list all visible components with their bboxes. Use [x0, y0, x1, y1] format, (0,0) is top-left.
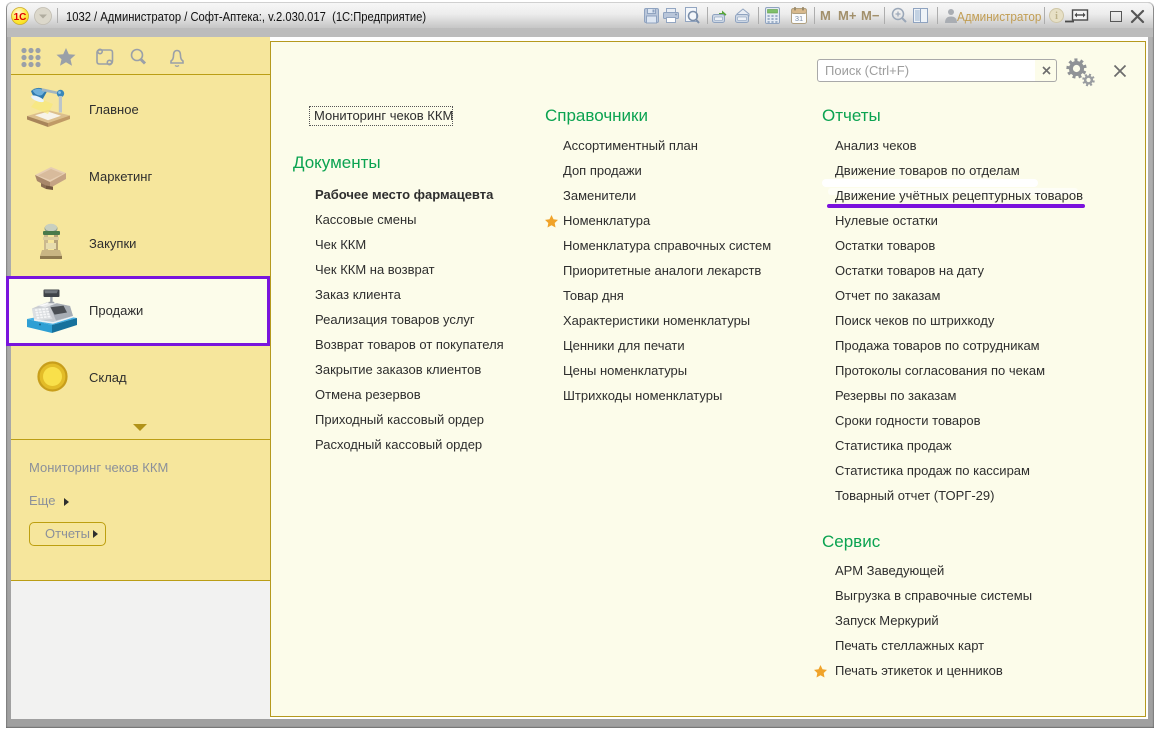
svg-text:31: 31 — [795, 14, 803, 23]
svg-text:i: i — [1055, 11, 1058, 22]
svg-text:1С: 1С — [14, 12, 27, 23]
